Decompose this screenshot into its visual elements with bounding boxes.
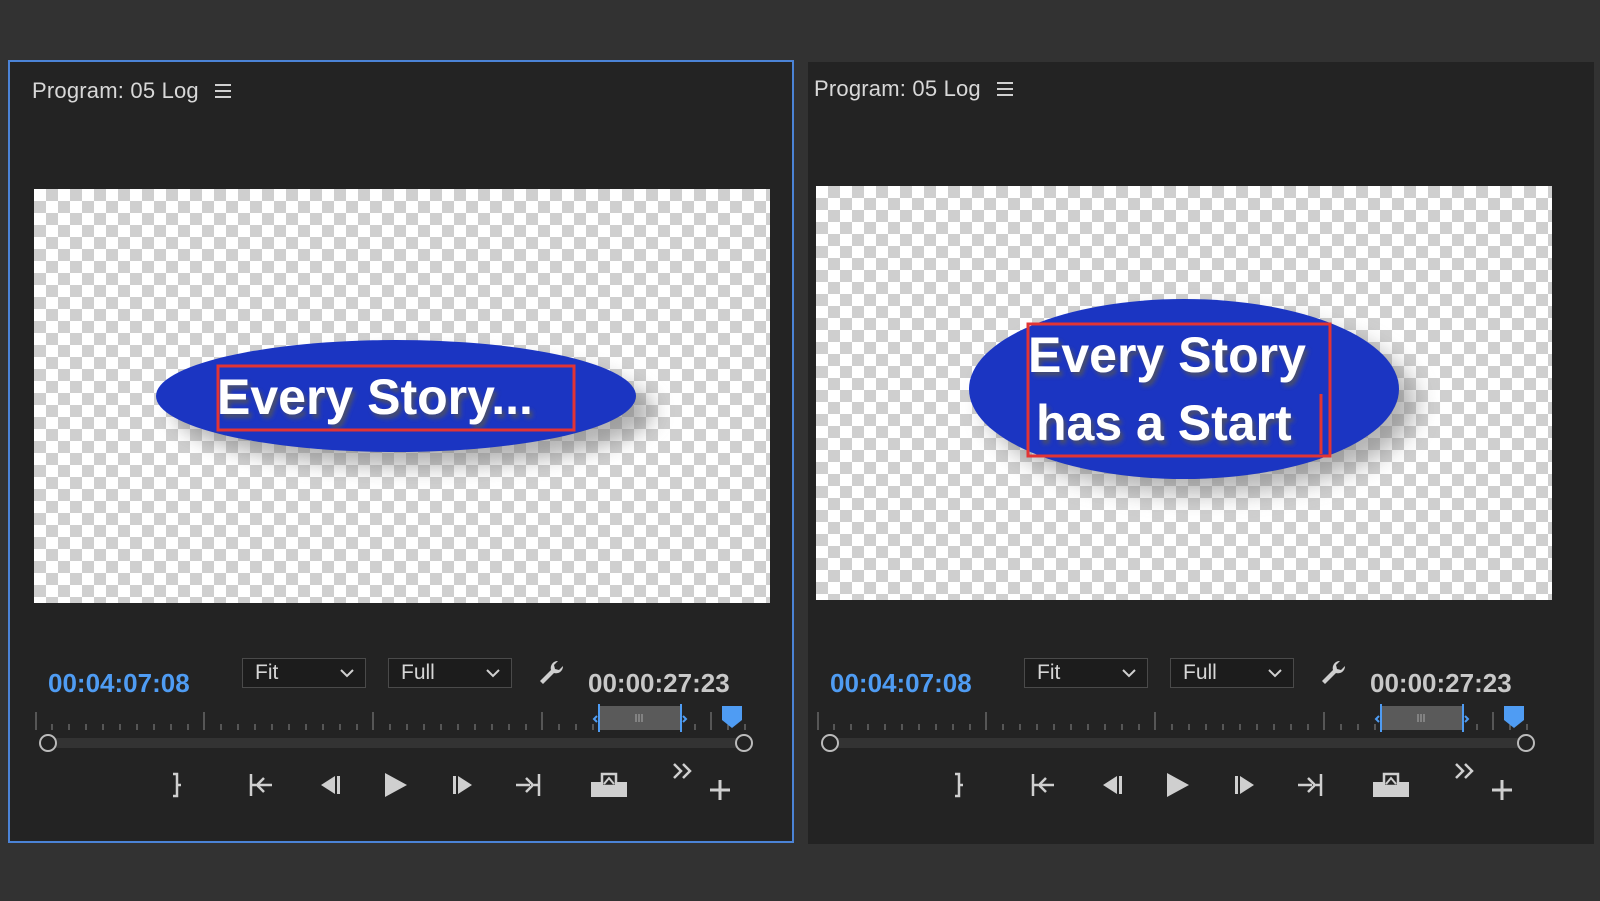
title-text-line-1[interactable]: Every Story bbox=[1028, 327, 1306, 383]
add-button-icon[interactable] bbox=[708, 778, 732, 802]
add-button-icon[interactable] bbox=[1490, 778, 1514, 802]
program-monitor-left[interactable]: Program: 05 Log Every Story... 00:04:07:… bbox=[8, 60, 794, 843]
hamburger-icon[interactable] bbox=[996, 82, 1013, 96]
play-icon[interactable] bbox=[380, 770, 410, 800]
zoom-handle-right[interactable] bbox=[735, 734, 753, 752]
scrub-track[interactable] bbox=[46, 738, 744, 748]
time-ruler[interactable] bbox=[34, 702, 770, 752]
zoom-handle-right[interactable] bbox=[1517, 734, 1535, 752]
title-text-line-1[interactable]: Every Story... bbox=[217, 369, 533, 425]
chevron-down-icon bbox=[1122, 669, 1136, 678]
go-to-in-icon[interactable] bbox=[246, 770, 280, 800]
play-icon[interactable] bbox=[1162, 770, 1192, 800]
wrench-icon[interactable] bbox=[536, 658, 566, 688]
title-text-line-2[interactable]: has a Start bbox=[1036, 395, 1292, 451]
monitor-title: Program: 05 Log bbox=[814, 76, 981, 101]
more-controls-icon[interactable] bbox=[670, 760, 696, 784]
duration-timecode: 00:00:27:23 bbox=[1370, 668, 1512, 698]
go-to-out-icon[interactable] bbox=[510, 770, 544, 800]
export-frame-icon[interactable] bbox=[1370, 770, 1412, 800]
scrub-track[interactable] bbox=[828, 738, 1526, 748]
title-ellipse[interactable] bbox=[969, 299, 1399, 479]
go-to-in-icon[interactable] bbox=[1028, 770, 1062, 800]
resolution-select[interactable]: Full bbox=[388, 658, 512, 688]
go-to-out-icon[interactable] bbox=[1292, 770, 1326, 800]
zoom-handle-left[interactable] bbox=[821, 734, 839, 752]
resolution-select[interactable]: Full bbox=[1170, 658, 1294, 688]
zoom-handle-left[interactable] bbox=[39, 734, 57, 752]
monitor-title: Program: 05 Log bbox=[32, 78, 199, 103]
resolution-value: Full bbox=[401, 661, 435, 684]
duration-timecode: 00:00:27:23 bbox=[588, 668, 730, 698]
wrench-icon[interactable] bbox=[1318, 658, 1348, 688]
work-area-bar[interactable] bbox=[1374, 704, 1470, 732]
current-timecode[interactable]: 00:04:07:08 bbox=[830, 668, 972, 699]
chevron-down-icon bbox=[1268, 669, 1282, 678]
step-back-icon[interactable] bbox=[315, 770, 345, 800]
zoom-value: Fit bbox=[1037, 661, 1061, 684]
playhead[interactable] bbox=[1504, 706, 1524, 728]
current-timecode[interactable]: 00:04:07:08 bbox=[48, 668, 190, 699]
chevron-down-icon bbox=[340, 669, 354, 678]
more-controls-icon[interactable] bbox=[1452, 760, 1478, 784]
zoom-select[interactable]: Fit bbox=[1024, 658, 1148, 688]
work-area-bar[interactable] bbox=[592, 704, 688, 732]
video-viewer[interactable]: Every Story... bbox=[34, 189, 770, 603]
chevron-down-icon bbox=[486, 669, 500, 678]
step-forward-icon[interactable] bbox=[448, 770, 478, 800]
program-monitor-right[interactable]: Program: 05 Log Every Story has a Start … bbox=[808, 62, 1594, 844]
zoom-value: Fit bbox=[255, 661, 279, 684]
mark-out-icon[interactable] bbox=[947, 770, 971, 800]
playhead[interactable] bbox=[722, 706, 742, 728]
step-forward-icon[interactable] bbox=[1230, 770, 1260, 800]
step-back-icon[interactable] bbox=[1097, 770, 1127, 800]
video-viewer[interactable]: Every Story has a Start bbox=[816, 186, 1552, 600]
mark-out-icon[interactable] bbox=[165, 770, 189, 800]
time-ruler[interactable] bbox=[816, 702, 1552, 752]
resolution-value: Full bbox=[1183, 661, 1217, 684]
export-frame-icon[interactable] bbox=[588, 770, 630, 800]
zoom-select[interactable]: Fit bbox=[242, 658, 366, 688]
hamburger-icon[interactable] bbox=[214, 84, 231, 98]
